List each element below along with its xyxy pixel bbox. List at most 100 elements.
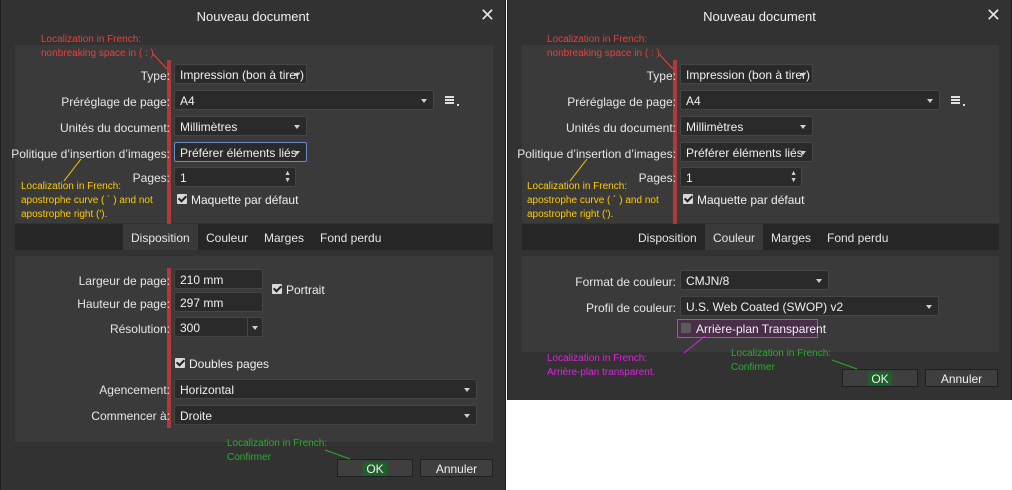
close-icon[interactable]: ✕ [986, 5, 1001, 25]
chevron-down-icon [800, 125, 806, 129]
confirm-note-leader [324, 449, 351, 460]
transparent-bg-checkbox[interactable] [681, 323, 691, 333]
tab-disposition[interactable]: Disposition [630, 224, 705, 250]
transparent-note-line-2: Arrière-plan transparent. [547, 367, 656, 378]
nbsp-note-line-1: Localization in French: [547, 34, 648, 45]
tab-marges[interactable]: Marges [763, 224, 819, 250]
preset-menu-icon[interactable] [951, 96, 965, 106]
page-width-label: Largeur de page: [78, 274, 170, 288]
dialog-title: Nouveau document [703, 9, 816, 24]
dialog-title: Nouveau document [196, 9, 310, 24]
transparent-note-line-1: Localization in French: [547, 353, 648, 364]
cancel-button[interactable]: Annuler [420, 459, 493, 477]
units-select[interactable]: Millimètres [174, 116, 307, 136]
chevron-down-icon [800, 73, 806, 77]
image-policy-select[interactable]: Préférer éléments liés [680, 142, 813, 162]
close-icon[interactable]: ✕ [480, 5, 495, 25]
cancel-button[interactable]: Annuler [925, 369, 998, 387]
chevron-down-icon [927, 99, 933, 103]
new-document-dialog-color: Nouveau document ✕ Type: Impression (bon… [507, 0, 1012, 400]
tab-marges[interactable]: Marges [256, 224, 312, 250]
apostrophe-note-line-2: apostrophe curve ( ´ ) and not [527, 195, 659, 206]
apostrophe-note-line-2: apostrophe curve ( ´ ) and not [21, 195, 153, 206]
apostrophe-note: Localization in French: apostrophe curve… [527, 180, 659, 222]
tab-fond-perdu[interactable]: Fond perdu [819, 224, 896, 250]
portrait-checkbox[interactable] [272, 284, 282, 294]
confirm-note-line-1: Localization in French: [227, 438, 328, 449]
units-value: Millimètres [686, 120, 744, 134]
transparent-note-leader [683, 335, 706, 354]
apostrophe-note: Localization in French: apostrophe curve… [21, 180, 153, 222]
default-master-label: Maquette par défaut [697, 193, 805, 207]
units-label: Unités du document: [59, 121, 170, 135]
nbsp-note-line-2: nonbreaking space in ( : ) [547, 48, 660, 59]
tab-fond-perdu[interactable]: Fond perdu [312, 224, 389, 250]
stepper-arrows-icon[interactable]: ▲ ▼ [790, 170, 797, 184]
color-profile-label: Profil de couleur: [585, 301, 676, 315]
title-bar: Nouveau document ✕ [1, 0, 505, 32]
transparent-bg-label: Arrière-plan Transparent [696, 322, 827, 336]
image-policy-label: Politique d’insertion d’images: [517, 147, 676, 161]
image-policy-value: Préférer éléments liés [686, 146, 803, 160]
page-width-input[interactable]: 210 mm [174, 269, 263, 289]
arrangement-label: Agencement: [99, 383, 170, 397]
tab-disposition[interactable]: Disposition [123, 224, 198, 250]
preset-value: A4 [180, 94, 195, 108]
chevron-down-icon [294, 73, 300, 77]
confirm-note: Localization in French: Confirmer [227, 437, 327, 465]
label-alignment-marker [167, 268, 171, 428]
preset-menu-icon[interactable] [445, 96, 459, 106]
image-policy-select[interactable]: Préférer éléments liés [174, 142, 307, 162]
color-format-select[interactable]: CMJN/8 [680, 270, 829, 290]
resolution-input[interactable]: 300 [174, 317, 248, 337]
preset-label: Préréglage de page: [61, 95, 170, 109]
page-height-input[interactable]: 297 mm [174, 292, 263, 312]
confirm-note-line-2: Confirmer [227, 452, 271, 463]
facing-pages-checkbox[interactable] [175, 358, 185, 368]
color-format-label: Format de couleur: [575, 275, 676, 289]
resolution-label: Résolution: [109, 322, 170, 336]
chevron-down-icon [464, 414, 470, 418]
preset-label: Préréglage de page: [567, 95, 676, 109]
tab-couleur[interactable]: Couleur [705, 224, 764, 250]
type-value: Impression (bon à tirer) [686, 68, 811, 82]
arrangement-select[interactable]: Horizontal [174, 379, 477, 399]
apostrophe-note-leader [63, 158, 82, 182]
confirm-note-leader [831, 359, 858, 370]
chevron-down-icon [421, 99, 427, 103]
ok-label: OK [868, 372, 892, 386]
pages-value: 1 [686, 171, 693, 185]
default-master-checkbox[interactable] [177, 194, 187, 204]
units-select[interactable]: Millimètres [680, 116, 813, 136]
resolution-dropdown-button[interactable] [247, 317, 263, 337]
nbsp-note-leader [152, 53, 168, 70]
tab-couleur[interactable]: Couleur [198, 224, 256, 250]
stepper-arrows-icon[interactable]: ▲ ▼ [284, 170, 291, 184]
ok-label: OK [363, 462, 387, 476]
nbsp-note-line-1: Localization in French: [41, 34, 142, 45]
type-select[interactable]: Impression (bon à tirer) [174, 64, 307, 84]
preset-select[interactable]: A4 [174, 90, 434, 110]
preset-select[interactable]: A4 [680, 90, 940, 110]
chevron-down-icon [926, 305, 932, 309]
arrangement-value: Horizontal [180, 383, 235, 397]
nbsp-note-line-2: nonbreaking space in ( : ) [41, 48, 154, 59]
facing-pages-label: Doubles pages [189, 357, 270, 371]
apostrophe-note-line-1: Localization in French: [21, 181, 122, 192]
color-profile-select[interactable]: U.S. Web Coated (SWOP) v2 [680, 296, 939, 316]
default-master-checkbox[interactable] [683, 194, 693, 204]
type-select[interactable]: Impression (bon à tirer) [680, 64, 813, 84]
apostrophe-note-line-3: apostrophe right ('). [21, 209, 108, 220]
confirm-note-line-1: Localization in French: [731, 348, 832, 359]
apostrophe-note-line-1: Localization in French: [527, 181, 628, 192]
start-on-select[interactable]: Droite [174, 405, 477, 425]
label-alignment-marker [167, 60, 171, 230]
pages-stepper[interactable]: 1 ▲ ▼ [680, 167, 802, 187]
pages-stepper[interactable]: 1 ▲ ▼ [174, 167, 296, 187]
chevron-down-icon [294, 125, 300, 129]
chevron-down-icon [252, 326, 258, 330]
confirm-note: Localization in French: Confirmer [731, 347, 831, 375]
tab-bar: Disposition Couleur Marges Fond perdu [15, 224, 493, 250]
apostrophe-note-line-3: apostrophe right ('). [527, 209, 614, 220]
page-height-label: Hauteur de page: [77, 297, 170, 311]
